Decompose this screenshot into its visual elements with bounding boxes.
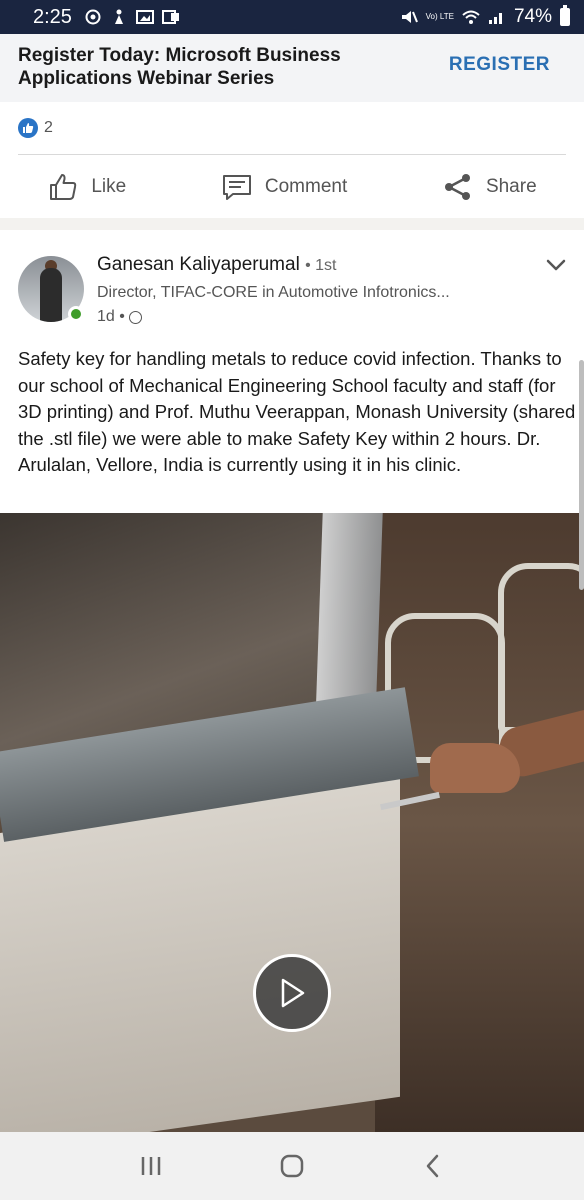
volte-label: Vo) LTE (425, 12, 454, 21)
chair-shape (498, 563, 584, 733)
system-nav-bar (0, 1132, 584, 1200)
play-icon (281, 978, 305, 1008)
mute-icon (401, 11, 418, 23)
figure-icon (114, 9, 123, 24)
thumbs-up-icon (50, 173, 77, 200)
like-reaction-icon (18, 118, 38, 138)
post-body-text: Safety key for handling metals to reduce… (18, 348, 576, 475)
share-button[interactable]: Share (442, 171, 537, 203)
ad-title[interactable]: Register Today: Microsoft Business Appli… (18, 44, 378, 90)
globe-icon (128, 310, 142, 324)
share-icon (444, 173, 470, 200)
wifi-icon (462, 10, 480, 24)
back-button[interactable] (403, 1146, 463, 1186)
system-icons: Vo) LTE 74% (400, 5, 570, 28)
chevron-down-icon[interactable] (546, 258, 566, 272)
battery-percent: 74% (513, 6, 552, 27)
author-name-line[interactable]: Ganesan Kaliyaperumal • 1st (97, 254, 336, 276)
comment-icon (222, 174, 251, 200)
back-icon (427, 1154, 439, 1178)
reaction-summary[interactable]: 2 (18, 118, 53, 138)
cast-icon (85, 9, 101, 25)
video-hand (430, 743, 520, 793)
comment-button[interactable]: Comment (221, 171, 347, 203)
play-button[interactable] (253, 954, 331, 1032)
sponsored-card: Register Today: Microsoft Business Appli… (0, 34, 584, 218)
author-headline: Director, TIFAC-CORE in Automotive Infot… (97, 284, 450, 301)
post-timestamp: 1d • (97, 308, 142, 326)
like-label: Like (91, 175, 127, 197)
signal-icon (488, 13, 502, 24)
feed-post: Ganesan Kaliyaperumal • 1st Director, TI… (0, 230, 584, 1132)
battery-icon (560, 5, 570, 26)
share-label: Share (485, 175, 537, 197)
home-button[interactable] (262, 1146, 322, 1186)
recent-apps-icon (141, 1157, 160, 1175)
gallery-icon (135, 10, 154, 24)
like-button[interactable]: Like (47, 171, 126, 203)
reaction-count: 2 (44, 119, 53, 136)
status-bar: 2:25 Vo) LTE 74% (0, 0, 584, 34)
author-name[interactable]: Ganesan Kaliyaperumal (97, 254, 300, 275)
post-time-label: 1d • (97, 308, 125, 325)
comment-label: Comment (264, 175, 348, 197)
home-icon (280, 1154, 304, 1178)
register-button[interactable]: REGISTER (449, 54, 550, 76)
outlook-icon (161, 10, 179, 24)
recent-apps-button[interactable] (121, 1146, 181, 1186)
social-actions: Like Comment Share (0, 155, 584, 218)
clock: 2:25 (33, 5, 72, 28)
online-status-indicator (68, 306, 84, 322)
scrollbar[interactable] (579, 360, 584, 590)
video-player[interactable] (0, 513, 584, 1132)
connection-degree: • 1st (305, 257, 337, 274)
notification-icons (84, 9, 180, 25)
